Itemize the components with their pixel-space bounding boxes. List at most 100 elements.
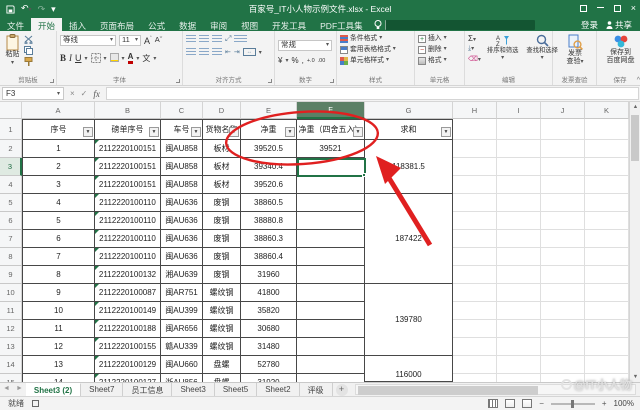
- zoom-slider[interactable]: [551, 403, 595, 405]
- cell-E8[interactable]: 38860.4: [241, 248, 297, 266]
- cell-C5[interactable]: 闽AU636: [161, 194, 203, 212]
- cell-J6[interactable]: [541, 212, 585, 230]
- save-to-baidu-button[interactable]: 保存到 百度网盘: [600, 34, 640, 65]
- cell-B5[interactable]: 2112220100110: [95, 194, 161, 212]
- column-header-I[interactable]: I: [497, 102, 541, 119]
- cell-A15[interactable]: 14: [22, 374, 95, 382]
- row-header-5[interactable]: 5: [0, 194, 22, 212]
- percent-style-icon[interactable]: %: [291, 56, 298, 65]
- tell-me-search[interactable]: [374, 18, 535, 31]
- cell-C13[interactable]: 赣AU339: [161, 338, 203, 356]
- sum-cell-4[interactable]: 116000: [365, 356, 453, 382]
- cell-A13[interactable]: 12: [22, 338, 95, 356]
- cell-J2[interactable]: [541, 140, 585, 158]
- italic-button[interactable]: I: [69, 53, 72, 63]
- cell-I13[interactable]: [497, 338, 541, 356]
- cell-B9[interactable]: 2112220100132: [95, 266, 161, 284]
- align-left-icon[interactable]: [186, 48, 196, 56]
- new-sheet-button[interactable]: +: [336, 384, 348, 396]
- cell-H5[interactable]: [453, 194, 497, 212]
- cell-I15[interactable]: [497, 374, 541, 382]
- sheet-tab-6[interactable]: Sheet2: [257, 383, 299, 396]
- align-bottom-icon[interactable]: [212, 35, 222, 43]
- clear-icon[interactable]: ⌫▾: [468, 55, 481, 63]
- cell-D6[interactable]: 废钢: [203, 212, 241, 230]
- cell-A1[interactable]: 序号▼: [22, 119, 95, 140]
- cell-F1[interactable]: 净重（四舍五入）▼: [297, 119, 365, 140]
- column-header-F[interactable]: F: [297, 102, 365, 119]
- row-header-15[interactable]: 15: [0, 374, 22, 382]
- cell-K1[interactable]: [585, 119, 629, 140]
- cell-D2[interactable]: 板材: [203, 140, 241, 158]
- cut-icon[interactable]: [24, 35, 33, 44]
- sheet-tab-1[interactable]: Sheet3 (2): [26, 383, 81, 396]
- cell-B1[interactable]: 磅单序号▼: [95, 119, 161, 140]
- row-header-12[interactable]: 12: [0, 320, 22, 338]
- cell-H13[interactable]: [453, 338, 497, 356]
- row-header-3[interactable]: 3: [0, 158, 22, 176]
- page-break-view-icon[interactable]: [522, 399, 532, 408]
- cell-H3[interactable]: [453, 158, 497, 176]
- cell-D11[interactable]: 螺纹钢: [203, 302, 241, 320]
- cell-J4[interactable]: [541, 176, 585, 194]
- sheet-tab-5[interactable]: Sheet5: [215, 383, 257, 396]
- column-header-E[interactable]: E: [241, 102, 297, 119]
- fill-icon[interactable]: ⤓▾: [468, 45, 481, 53]
- cell-K10[interactable]: [585, 284, 629, 302]
- cell-E1[interactable]: 净重▼: [241, 119, 297, 140]
- cell-E3[interactable]: 39340.4: [241, 158, 297, 176]
- sort-filter-button[interactable]: AZ 排序和筛选▾: [485, 34, 520, 63]
- normal-view-icon[interactable]: [488, 399, 498, 408]
- cell-E6[interactable]: 38880.8: [241, 212, 297, 230]
- cell-H11[interactable]: [453, 302, 497, 320]
- sheet-nav-next-icon[interactable]: ►: [13, 383, 26, 396]
- format-cells-button[interactable]: 格式▾: [418, 56, 462, 65]
- column-header-D[interactable]: D: [203, 102, 241, 119]
- close-button[interactable]: ×: [631, 2, 636, 14]
- cell-C7[interactable]: 闽AU636: [161, 230, 203, 248]
- cell-K9[interactable]: [585, 266, 629, 284]
- cell-J14[interactable]: [541, 356, 585, 374]
- cell-D5[interactable]: 废钢: [203, 194, 241, 212]
- column-header-B[interactable]: B: [95, 102, 161, 119]
- name-box[interactable]: F3▾: [2, 87, 64, 100]
- cell-K14[interactable]: [585, 356, 629, 374]
- format-painter-icon[interactable]: [24, 57, 33, 66]
- cell-J7[interactable]: [541, 230, 585, 248]
- cell-J10[interactable]: [541, 284, 585, 302]
- menu-tab-2[interactable]: 开始: [31, 18, 62, 31]
- cell-D1[interactable]: 货物名称▼: [203, 119, 241, 140]
- page-layout-view-icon[interactable]: [505, 399, 515, 408]
- scroll-up-icon[interactable]: ▲: [630, 104, 640, 110]
- cell-D3[interactable]: 板材: [203, 158, 241, 176]
- cell-K3[interactable]: [585, 158, 629, 176]
- cell-B12[interactable]: 2112220100188: [95, 320, 161, 338]
- paste-button[interactable]: 粘贴▾: [3, 34, 22, 67]
- autosum-icon[interactable]: Σ▾: [468, 34, 481, 43]
- increase-decimal-icon[interactable]: +.0: [307, 58, 315, 64]
- cell-A6[interactable]: 5: [22, 212, 95, 230]
- conditional-formatting-button[interactable]: 条件格式▾: [340, 34, 412, 43]
- merge-center-icon[interactable]: ↔: [243, 48, 256, 56]
- fill-color-icon[interactable]: [110, 49, 119, 67]
- cell-I7[interactable]: [497, 230, 541, 248]
- cell-A3[interactable]: 2: [22, 158, 95, 176]
- number-dialog-launcher[interactable]: [330, 79, 334, 83]
- cell-H9[interactable]: [453, 266, 497, 284]
- cell-C1[interactable]: 车号▼: [161, 119, 203, 140]
- cell-A7[interactable]: 6: [22, 230, 95, 248]
- cell-K2[interactable]: [585, 140, 629, 158]
- cell-I6[interactable]: [497, 212, 541, 230]
- cell-D10[interactable]: 螺纹钢: [203, 284, 241, 302]
- cell-A12[interactable]: 11: [22, 320, 95, 338]
- cell-E9[interactable]: 31960: [241, 266, 297, 284]
- menu-tab-5[interactable]: 公式: [141, 18, 172, 31]
- vertical-scroll-thumb[interactable]: [631, 115, 639, 161]
- row-header-10[interactable]: 10: [0, 284, 22, 302]
- zoom-level[interactable]: 100%: [614, 399, 634, 408]
- filter-dropdown-E[interactable]: ▼: [285, 127, 295, 137]
- insert-function-icon[interactable]: fx: [93, 89, 100, 99]
- cell-G1[interactable]: 求和▼: [365, 119, 453, 140]
- cell-H15[interactable]: [453, 374, 497, 382]
- cell-I1[interactable]: [497, 119, 541, 140]
